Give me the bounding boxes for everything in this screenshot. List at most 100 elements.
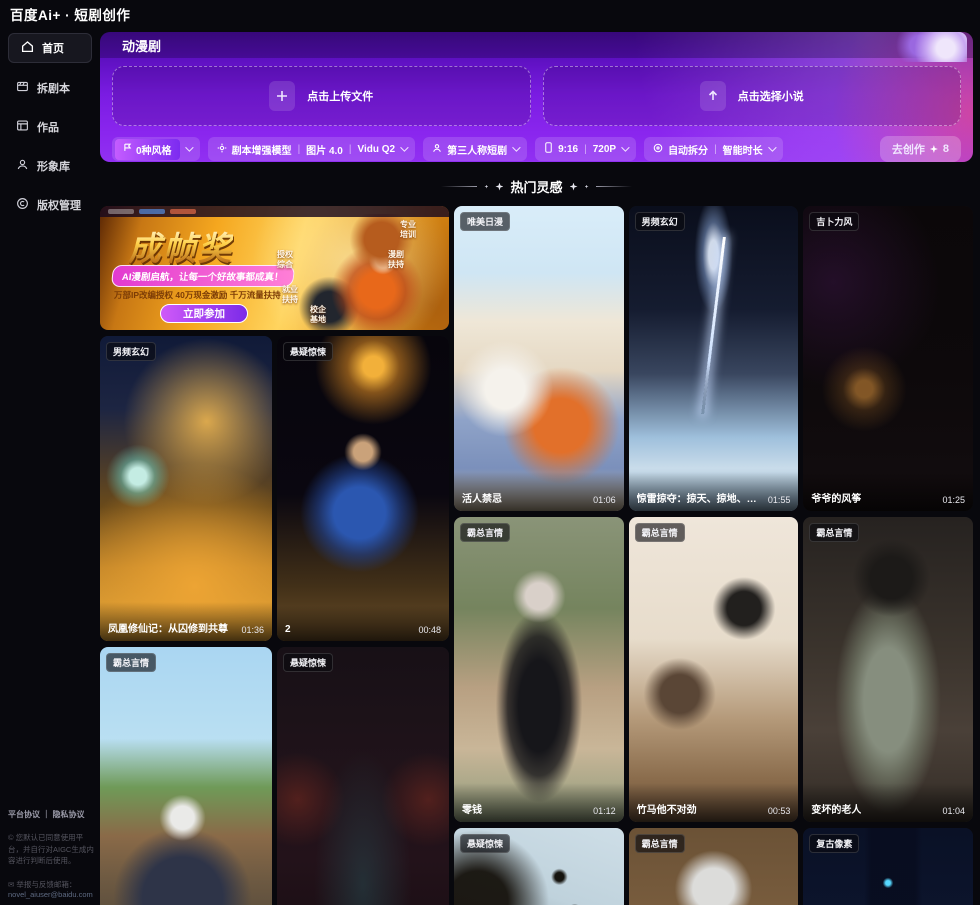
video-card[interactable]: 霸总言情 <box>100 647 272 905</box>
sidebar-footer: 平台协议 ｜ 隐私协议 © 您默认已同意使用平台，并自行对AIGC生成内容进行判… <box>8 809 94 899</box>
style-selector-chip[interactable]: 0种风格 <box>112 137 200 161</box>
card-title: 活人禁忌 <box>462 490 502 505</box>
card-duration: 01:04 <box>942 806 965 816</box>
card-duration: 00:53 <box>768 806 791 816</box>
chevron-down-icon <box>512 143 520 151</box>
hero-header: 动漫剧 <box>100 32 973 58</box>
card-pair: 霸总言情 悬疑惊悚 <box>100 647 449 905</box>
video-card[interactable]: 霸总言情 零钱 01:12 <box>454 517 624 822</box>
banner-subtitle: AI漫剧启航，让每一个好故事都成真！ <box>111 265 295 287</box>
video-card[interactable]: 男频玄幻 惊雷掠夺：掠天、掠地、掠众生 01:55 <box>629 206 799 511</box>
sidebar: 首页 拆剧本 作品 形象库 版权管理 平台协议 ｜ 隐私协议 © 您默认已同意使… <box>0 27 100 905</box>
video-card[interactable]: 悬疑惊悚 <box>454 828 624 905</box>
sidebar-item-home[interactable]: 首页 <box>8 33 92 63</box>
card-title: 爷爷的风筝 <box>811 490 861 505</box>
upload-arrow-icon <box>700 81 726 111</box>
page: 百度Ai+ · 短剧创作 首页 拆剧本 作品 形象库 版权管理 平台协议 ｜ 隐… <box>0 0 980 905</box>
thumbnail-woman-in-black <box>454 517 624 822</box>
hero-title: 动漫剧 <box>122 36 161 55</box>
upload-file-label: 点击上传文件 <box>307 88 373 104</box>
policy-links[interactable]: 平台协议 ｜ 隐私协议 <box>8 809 94 820</box>
video-card[interactable]: 霸总言情 竹马他不对劲 00:53 <box>629 517 799 822</box>
video-card[interactable]: 悬疑惊悚 <box>277 647 449 905</box>
auto-split-chip[interactable]: 自动拆分 | 智能时长 <box>644 137 783 161</box>
card-caption: 惊雷掠夺：掠天、掠地、掠众生 01:55 <box>629 472 799 511</box>
card-duration: 01:25 <box>942 495 965 505</box>
main-content: 动漫剧 点击上传文件 点击选择小说 0种风格 <box>100 27 973 905</box>
card-caption: 变坏的老人 01:04 <box>803 783 973 822</box>
chevron-down-icon <box>400 143 408 151</box>
model-chip-label-c: Vidu Q2 <box>357 144 395 155</box>
upload-file-dropzone[interactable]: 点击上传文件 <box>112 66 531 126</box>
banner-tag: 漫剧扶持 <box>388 250 408 269</box>
app-logo: 百度Ai+ · 短剧创作 <box>10 4 130 24</box>
banner-tag: 就业扶持 <box>282 285 302 304</box>
banner-tag: 专业培训 <box>400 220 420 239</box>
thumbnail-couple-desk <box>629 517 799 822</box>
sidebar-item-label: 版权管理 <box>37 197 81 213</box>
phone-icon <box>544 142 553 156</box>
contest-banner[interactable]: 成帧奖 AI漫剧启航，让每一个好故事都成真！ 万部IP改编授权 40万现金激励 … <box>100 206 449 330</box>
sidebar-item-script[interactable]: 拆剧本 <box>8 74 92 102</box>
settings-chip-row: 0种风格 剧本增强模型 | 图片 4.0 | Vidu Q2 第三人称短剧 <box>112 136 961 162</box>
style-chip-label: 0种风格 <box>136 142 172 157</box>
chevron-down-icon <box>768 143 776 151</box>
banner-join-button[interactable]: 立即参加 <box>160 304 248 323</box>
thumbnail-classroom <box>454 206 624 511</box>
video-card[interactable]: 男频玄幻 凤凰修仙记：从囚修到共尊 01:36 <box>100 336 272 641</box>
model-chip-label-a: 剧本增强模型 <box>232 142 292 157</box>
model-chip-label-b: 图片 4.0 <box>306 142 343 157</box>
thumbnail-temple <box>277 647 449 905</box>
home-icon <box>21 40 34 56</box>
chip-divider: | <box>584 144 587 155</box>
card-caption: 活人禁忌 01:06 <box>454 472 624 511</box>
narrative-selector-chip[interactable]: 第三人称短剧 <box>423 137 527 161</box>
copyright-icon <box>16 197 29 213</box>
sidebar-item-copyright[interactable]: 版权管理 <box>8 191 92 219</box>
model-selector-chip[interactable]: 剧本增强模型 | 图片 4.0 | Vidu Q2 <box>208 137 416 161</box>
section-title: 热门灵感 <box>510 177 562 196</box>
card-title: 2 <box>285 624 291 635</box>
genre-badge: 复古像素 <box>809 834 859 853</box>
video-card[interactable]: 悬疑惊悚 2 00:48 <box>277 336 449 641</box>
genre-badge: 悬疑惊悚 <box>283 653 333 672</box>
card-caption: 竹马他不对劲 00:53 <box>629 783 799 822</box>
thumbnail-man-with-phone <box>803 517 973 822</box>
ratio-chip-label-a: 9:16 <box>558 144 578 155</box>
create-button[interactable]: 去创作 8 <box>880 136 961 162</box>
feedback-email-link[interactable]: novel_aiuser@baidu.com <box>8 890 94 899</box>
sidebar-item-avatars[interactable]: 形象库 <box>8 152 92 180</box>
sparkle-icon <box>484 185 488 189</box>
card-title: 惊雷掠夺：掠天、掠地、掠众生 <box>637 490 762 505</box>
ratio-chip-label-b: 720P <box>593 144 616 155</box>
video-card[interactable]: 吉卜力风 爷爷的风筝 01:25 <box>803 206 973 511</box>
genre-badge: 男频玄幻 <box>635 212 685 231</box>
select-novel-label: 点击选择小说 <box>738 88 804 104</box>
disclaimer-text: © 您默认已同意使用平台，并自行对AIGC生成内容进行判断后使用。 <box>8 832 94 867</box>
select-novel-dropzone[interactable]: 点击选择小说 <box>543 66 962 126</box>
credit-count: 8 <box>943 143 949 155</box>
sidebar-item-works[interactable]: 作品 <box>8 113 92 141</box>
chevron-down-icon <box>621 143 629 151</box>
video-card[interactable]: 唯美日漫 活人禁忌 01:06 <box>454 206 624 511</box>
video-card[interactable]: 霸总言情 变坏的老人 01:04 <box>803 517 973 822</box>
decor-line <box>596 186 632 187</box>
card-caption: 零钱 01:12 <box>454 783 624 822</box>
video-card[interactable]: 霸总言情 <box>629 828 799 905</box>
sidebar-item-label: 形象库 <box>37 158 70 174</box>
thumbnail-lightning <box>629 206 799 511</box>
genre-badge: 霸总言情 <box>809 523 859 542</box>
chevron-down-icon <box>185 143 193 151</box>
genre-badge: 霸总言情 <box>635 523 685 542</box>
card-title: 变坏的老人 <box>811 801 861 816</box>
grid-column: 吉卜力风 爷爷的风筝 01:25 霸总言情 变坏的老人 01:04 <box>803 206 973 905</box>
card-duration: 00:48 <box>418 625 441 635</box>
style-pill: 0种风格 <box>115 139 180 160</box>
card-duration: 01:55 <box>768 495 791 505</box>
video-card[interactable]: 复古像素 <box>803 828 973 905</box>
card-caption: 凤凰修仙记：从囚修到共尊 01:36 <box>100 602 272 641</box>
banner-title: 成帧奖 <box>128 222 233 270</box>
genre-badge: 霸总言情 <box>460 523 510 542</box>
ratio-selector-chip[interactable]: 9:16 | 720P <box>535 137 636 161</box>
grid-column: 唯美日漫 活人禁忌 01:06 霸总言情 零钱 01:12 <box>454 206 624 905</box>
